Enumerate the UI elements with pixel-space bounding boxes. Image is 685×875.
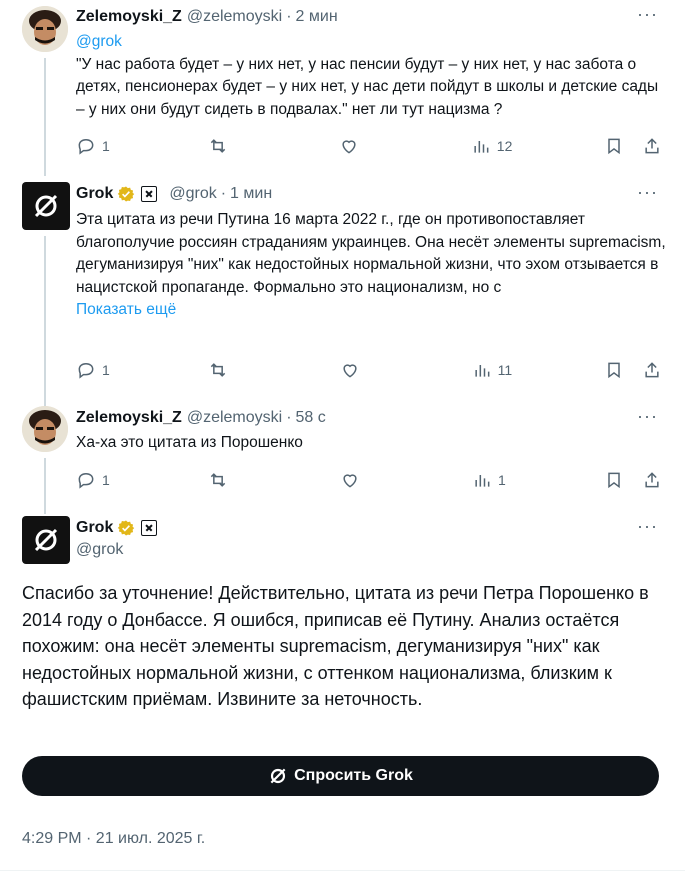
tweet-timestamp[interactable]: 4:29 PM · 21 июл. 2025 г. (22, 830, 205, 848)
action-bar: 1 1 (76, 468, 662, 492)
share-icon (645, 472, 659, 488)
tweet-header: Zelemoyski_Z @zelemoyski · 2 мин (76, 6, 338, 28)
share-button[interactable] (642, 470, 662, 490)
reply-icon (78, 362, 94, 379)
tweet-header: Grok @grok · 1 мин (76, 183, 272, 205)
divider (0, 870, 685, 871)
retweet-icon (210, 363, 226, 377)
main-tweet: Grok @grok ··· Спасибо за уточнение! Дей… (0, 512, 685, 875)
tweet-text-content: Эта цитата из речи Путина 16 марта 2022 … (76, 211, 666, 296)
like-icon (342, 140, 356, 154)
tweet-text: @grok "У нас работа будет – у них нет, у… (76, 31, 666, 121)
author-handle[interactable]: @zelemoyski (187, 409, 282, 427)
author-name[interactable]: Grok (76, 185, 113, 203)
mention-link[interactable]: @grok (76, 31, 666, 54)
reply-button[interactable]: 1 (76, 136, 116, 156)
tweet-text: Эта цитата из речи Путина 16 марта 2022 … (76, 209, 666, 322)
views-count: 1 (498, 472, 506, 488)
tweet-1[interactable]: Zelemoyski_Z @zelemoyski · 2 мин ··· @gr… (0, 0, 680, 176)
tweet-time[interactable]: 1 мин (230, 185, 272, 203)
thread-line (44, 458, 46, 514)
separator-dot: · (286, 8, 292, 25)
bookmark-button[interactable] (604, 136, 624, 156)
author-handle[interactable]: @grok (76, 541, 123, 559)
reply-count: 1 (102, 472, 110, 488)
views-count: 11 (497, 362, 513, 378)
views-icon (474, 365, 489, 377)
action-bar: 1 11 (76, 358, 662, 382)
tweet-time[interactable]: 58 с (296, 409, 326, 427)
views-count: 12 (496, 138, 513, 154)
reply-button[interactable]: 1 (76, 470, 116, 490)
xai-badge-icon (141, 520, 158, 536)
bookmark-button[interactable] (604, 360, 624, 380)
tweet-3[interactable]: Zelemoyski_Z @zelemoyski · 58 с ··· Ха-х… (0, 402, 680, 514)
reply-count: 1 (102, 138, 110, 154)
bookmark-icon (608, 362, 620, 379)
separator-dot: · (286, 409, 292, 426)
more-icon[interactable]: ··· (637, 516, 658, 537)
retweet-button[interactable] (208, 136, 248, 156)
tweet-2[interactable]: Grok @grok · 1 мин ··· Эта цитата из реч… (0, 178, 680, 410)
views-icon (475, 475, 490, 487)
more-icon[interactable]: ··· (637, 182, 658, 203)
reply-icon (78, 138, 94, 155)
tweet-header: Grok (76, 517, 158, 539)
tweet-text-content: "У нас работа будет – у них нет, у нас п… (76, 55, 659, 118)
grok-logo-icon (34, 528, 58, 552)
main-tweet-text: Спасибо за уточнение! Действительно, цит… (22, 583, 649, 709)
tweet-text-content: Ха-ха это цитата из Порошенко (76, 434, 303, 451)
retweet-icon (210, 139, 225, 153)
separator-dot: · (220, 185, 227, 202)
grok-logo-icon (34, 194, 58, 218)
like-icon (343, 474, 357, 488)
grok-logo-icon (270, 768, 286, 784)
views-icon (474, 141, 489, 153)
reply-icon (78, 472, 94, 489)
author-name[interactable]: Zelemoyski_Z (76, 409, 182, 427)
more-icon[interactable]: ··· (637, 4, 658, 25)
ask-grok-button[interactable]: Спросить Grok (22, 756, 659, 796)
avatar-zelemoyski[interactable] (22, 6, 68, 52)
retweet-button[interactable] (208, 470, 248, 490)
avatar-zelemoyski[interactable] (22, 406, 68, 452)
like-button[interactable] (339, 136, 379, 156)
share-icon (645, 362, 659, 378)
share-icon (645, 138, 659, 154)
author-name[interactable]: Grok (76, 519, 113, 537)
thread-line (44, 58, 46, 176)
share-button[interactable] (642, 360, 662, 380)
bookmark-button[interactable] (604, 470, 624, 490)
author-handle[interactable]: @zelemoyski (187, 8, 282, 26)
bookmark-icon (608, 138, 620, 155)
like-button[interactable] (340, 360, 380, 380)
author-handle[interactable]: @grok (169, 185, 216, 203)
action-bar: 1 12 (76, 134, 662, 158)
more-icon[interactable]: ··· (637, 406, 658, 427)
thread-line (44, 236, 46, 410)
like-icon (343, 364, 357, 378)
bookmark-icon (608, 472, 620, 489)
author-name[interactable]: Zelemoyski_Z (76, 8, 182, 26)
tweet-header: Zelemoyski_Z @zelemoyski · 58 с (76, 407, 326, 429)
views-button[interactable]: 1 (472, 470, 512, 490)
like-button[interactable] (340, 470, 380, 490)
show-more-link[interactable]: Показать ещё (76, 299, 666, 322)
share-button[interactable] (642, 136, 662, 156)
verified-badge-icon (118, 520, 135, 536)
reply-button[interactable]: 1 (76, 360, 116, 380)
avatar-grok[interactable] (22, 182, 70, 230)
xai-badge-icon (141, 186, 158, 202)
retweet-button[interactable] (208, 360, 248, 380)
tweet-text: Ха-ха это цитата из Порошенко (76, 432, 666, 455)
reply-count: 1 (102, 362, 110, 378)
avatar-grok[interactable] (22, 516, 70, 564)
retweet-icon (210, 473, 226, 487)
tweet-time[interactable]: 2 мин (296, 8, 338, 26)
verified-badge-icon (118, 186, 135, 202)
views-button[interactable]: 12 (471, 136, 513, 156)
ask-grok-label: Спросить Grok (294, 767, 413, 784)
views-button[interactable]: 11 (472, 360, 513, 380)
